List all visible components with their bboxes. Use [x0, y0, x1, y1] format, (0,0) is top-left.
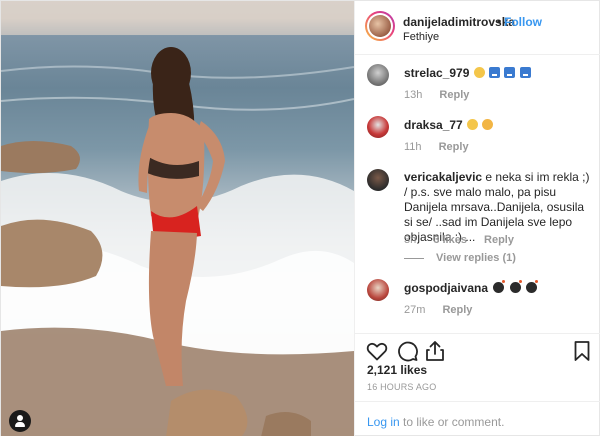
- commenter-avatar[interactable]: [367, 279, 389, 301]
- comment-meta: 27m Reply: [404, 304, 486, 316]
- emoji-icon: [473, 67, 485, 78]
- comment-emojis: [466, 118, 494, 132]
- reply-button[interactable]: Reply: [439, 89, 469, 101]
- emoji-icon: [519, 67, 531, 78]
- view-replies-line: [404, 257, 424, 259]
- emoji-icon: [467, 119, 479, 130]
- comment-emojis: [473, 66, 531, 80]
- emoji-icon: [504, 67, 516, 78]
- user-tag-icon[interactable]: [9, 410, 31, 432]
- post-photo[interactable]: [1, 1, 354, 436]
- comment-meta: 13h Reply: [404, 89, 483, 101]
- post-sidebar: danijeladimitrovska • Follow Fethiye str…: [354, 1, 600, 436]
- reply-button[interactable]: Reply: [439, 141, 469, 153]
- comment-meta: 3h 3 likes Reply: [404, 234, 528, 246]
- post-location[interactable]: Fethiye: [403, 31, 439, 43]
- view-replies-label: View replies (1): [436, 252, 516, 264]
- comment-bubble-icon[interactable]: [395, 339, 419, 363]
- share-icon[interactable]: [423, 339, 447, 363]
- commenter-username[interactable]: gospodjaivana: [404, 281, 488, 295]
- view-replies-button[interactable]: View replies (1): [404, 252, 516, 264]
- heart-icon[interactable]: [365, 339, 389, 363]
- author-avatar[interactable]: [365, 11, 395, 41]
- login-bar: Log in to like or comment.: [355, 401, 600, 436]
- login-link[interactable]: Log in: [367, 415, 400, 429]
- comment-time: 3h: [404, 234, 417, 246]
- bomb-emoji-icon: [493, 280, 506, 293]
- commenter-avatar[interactable]: [367, 116, 389, 138]
- comment-emojis: [491, 280, 539, 295]
- bomb-emoji-icon: [526, 280, 539, 293]
- login-suffix: to like or comment.: [399, 415, 505, 429]
- post-header: danijeladimitrovska • Follow Fethiye: [355, 1, 600, 55]
- comment-likes[interactable]: 3 likes: [433, 234, 467, 246]
- emoji-icon: [482, 119, 494, 130]
- commenter-username[interactable]: vericakaljevic: [404, 170, 482, 184]
- header-separator: •: [497, 15, 502, 29]
- commenter-username[interactable]: strelac_979: [404, 66, 469, 80]
- commenter-avatar[interactable]: [367, 169, 389, 191]
- beach-scene-image: [1, 1, 354, 436]
- bomb-emoji-icon: [509, 280, 522, 293]
- follow-button[interactable]: Follow: [504, 15, 542, 29]
- comment-time: 11h: [404, 141, 422, 153]
- reply-button[interactable]: Reply: [442, 304, 472, 316]
- emoji-icon: [489, 67, 501, 78]
- commenter-avatar[interactable]: [367, 64, 389, 86]
- commenter-username[interactable]: draksa_77: [404, 118, 463, 132]
- bookmark-icon[interactable]: [570, 339, 594, 363]
- comments-list: strelac_979 13h Reply draksa_77 11h Repl…: [355, 56, 600, 332]
- comment-time: 27m: [404, 304, 426, 316]
- login-prompt: Log in to like or comment.: [367, 415, 504, 429]
- post-timestamp[interactable]: 16 HOURS AGO: [367, 382, 436, 392]
- reply-button[interactable]: Reply: [484, 234, 514, 246]
- comment-meta: 11h Reply: [404, 141, 483, 153]
- instagram-post: danijeladimitrovska • Follow Fethiye str…: [0, 0, 600, 436]
- comment-time: 13h: [404, 89, 423, 101]
- likes-count[interactable]: 2,121 likes: [367, 363, 427, 377]
